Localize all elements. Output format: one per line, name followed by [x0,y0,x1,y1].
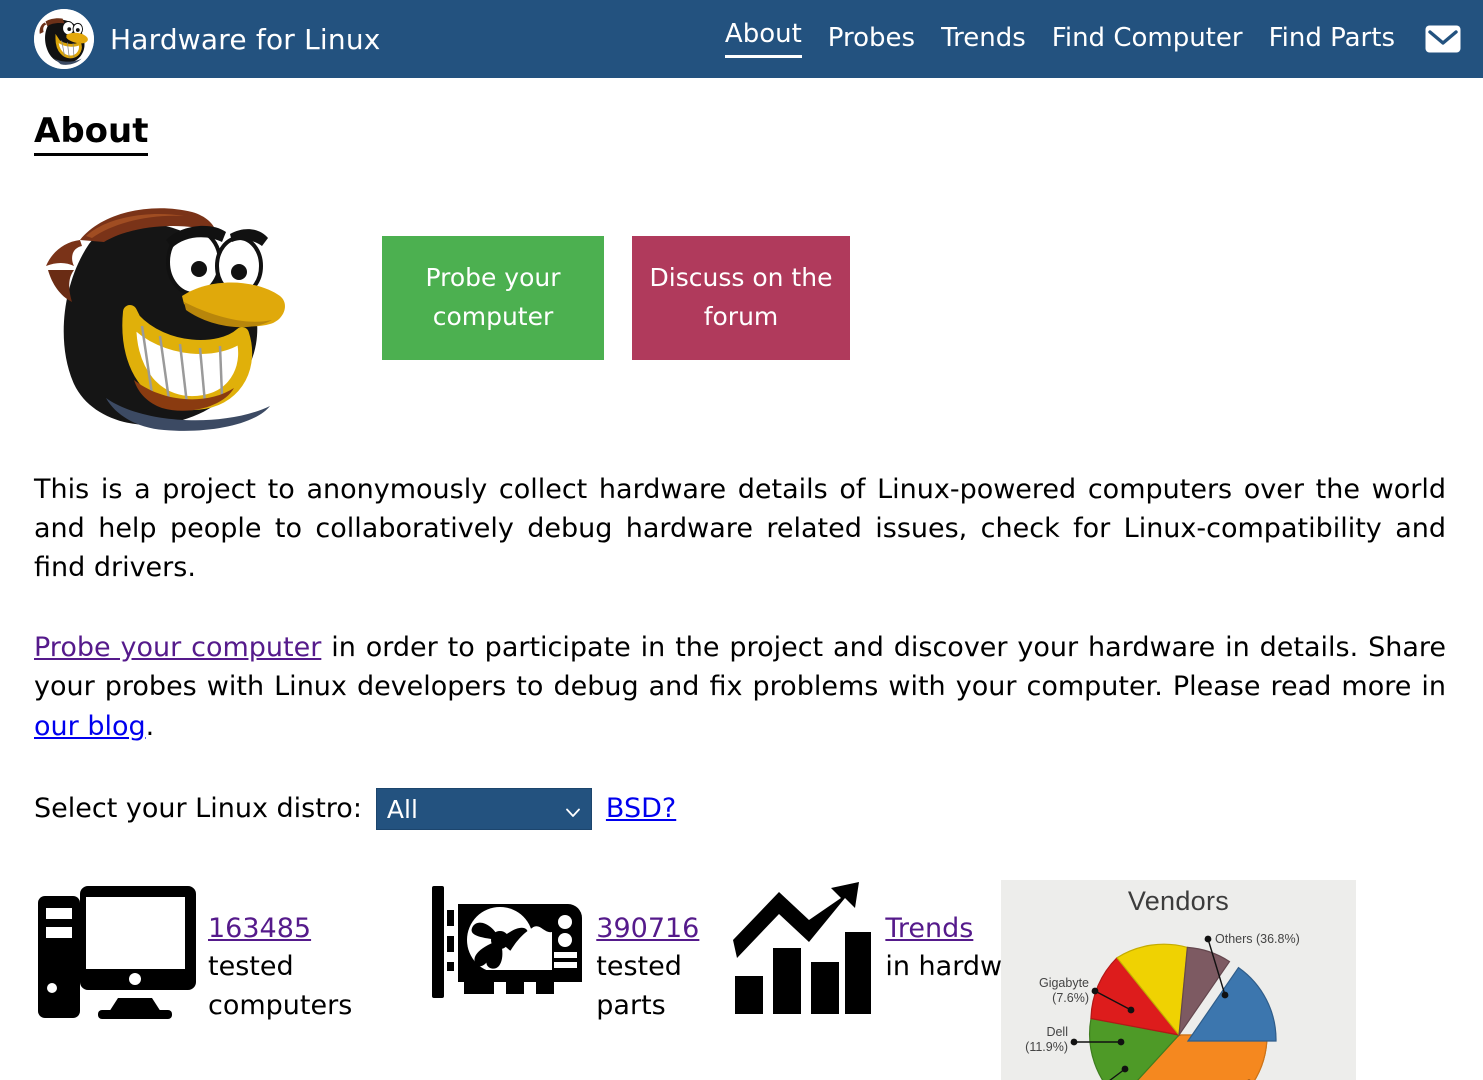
participate-paragraph-end: . [145,710,155,742]
pie-label-dell-pct: (11.9%) [1025,1040,1068,1054]
discuss-on-the-forum-button[interactable]: Discuss on the forum [632,235,850,360]
stat-trends: Trends in hardware [733,880,1046,1019]
pie-slices [1088,943,1277,1080]
nav-item-trends[interactable]: Trends [941,25,1026,54]
tested-computers-line1: tested [208,951,294,983]
tested-parts-line1: tested [596,951,682,983]
probe-your-computer-link[interactable]: Probe your computer [34,632,321,663]
graphics-card-icon [432,880,584,1009]
stat-tested-parts: 390716 tested parts [432,880,699,1025]
distro-select[interactable]: All [375,787,592,830]
distro-select-wrap: All [375,787,592,830]
intro-paragraph: This is a project to anonymously collect… [34,473,1446,584]
probe-your-computer-button[interactable]: Probe your computer [382,235,604,360]
page-title: About [34,110,149,156]
penguin-logo-icon [34,9,94,69]
tested-computers-count-link[interactable]: 163485 [208,910,352,948]
nav-item-about[interactable]: About [724,21,802,58]
stat-tested-computers: 163485 tested computers [38,880,352,1025]
trending-up-bar-chart-icon [733,880,873,1019]
site-header: Hardware for Linux About Probes Trends F… [0,0,1483,78]
vendors-pie-chart-svg: Others (36.8%) Gigabyte (7.6%) Dell (11.… [1025,932,1300,1080]
vendors-pie-chart-panel: Vendors Others (36.8%) Gigabyte (7.6%) D… [1001,879,1356,1080]
tested-computers-line2: computers [208,989,353,1021]
hero-section: Probe your computer Discuss on the forum [34,184,1449,434]
pie-label-gigabyte-name: Gigabyte [1039,976,1089,990]
nav-item-probes[interactable]: Probes [828,25,915,54]
vendors-chart-title: Vendors [1127,885,1230,916]
tested-parts-count-link[interactable]: 390716 [596,910,699,948]
pie-label-gigabyte-pct: (7.6%) [1052,991,1089,1005]
desktop-computer-icon [38,880,196,1024]
tested-parts-line2: parts [596,989,666,1021]
stats-row: 163485 tested computers 390716 tested pa… [34,879,1449,1080]
bsd-link[interactable]: BSD? [606,793,676,824]
brand-title: Hardware for Linux [110,22,381,56]
distro-selector-row: Select your Linux distro: All BSD? [34,787,1449,830]
nav-item-find-parts[interactable]: Find Parts [1269,25,1395,54]
main-navigation: About Probes Trends Find Computer Find P… [724,21,1461,58]
page-content: About Probe your computer Discuss on the… [0,78,1483,1080]
stat-tested-parts-text: 390716 tested parts [596,880,699,1025]
pie-label-dell-name: Dell [1046,1025,1068,1039]
pie-label-others: Others (36.8%) [1215,932,1300,946]
brand-home-link[interactable]: Hardware for Linux [34,9,381,69]
nav-item-find-computer[interactable]: Find Computer [1052,25,1243,54]
grinning-penguin-mascot [34,184,304,434]
participate-paragraph: Probe your computer in order to particip… [34,628,1446,746]
stat-tested-computers-text: 163485 tested computers [208,880,352,1025]
our-blog-link[interactable]: our blog [34,711,146,742]
hero-action-buttons: Probe your computer Discuss on the forum [382,235,850,360]
distro-selector-label: Select your Linux distro: [34,793,362,825]
mail-envelope-icon[interactable] [1425,25,1461,53]
